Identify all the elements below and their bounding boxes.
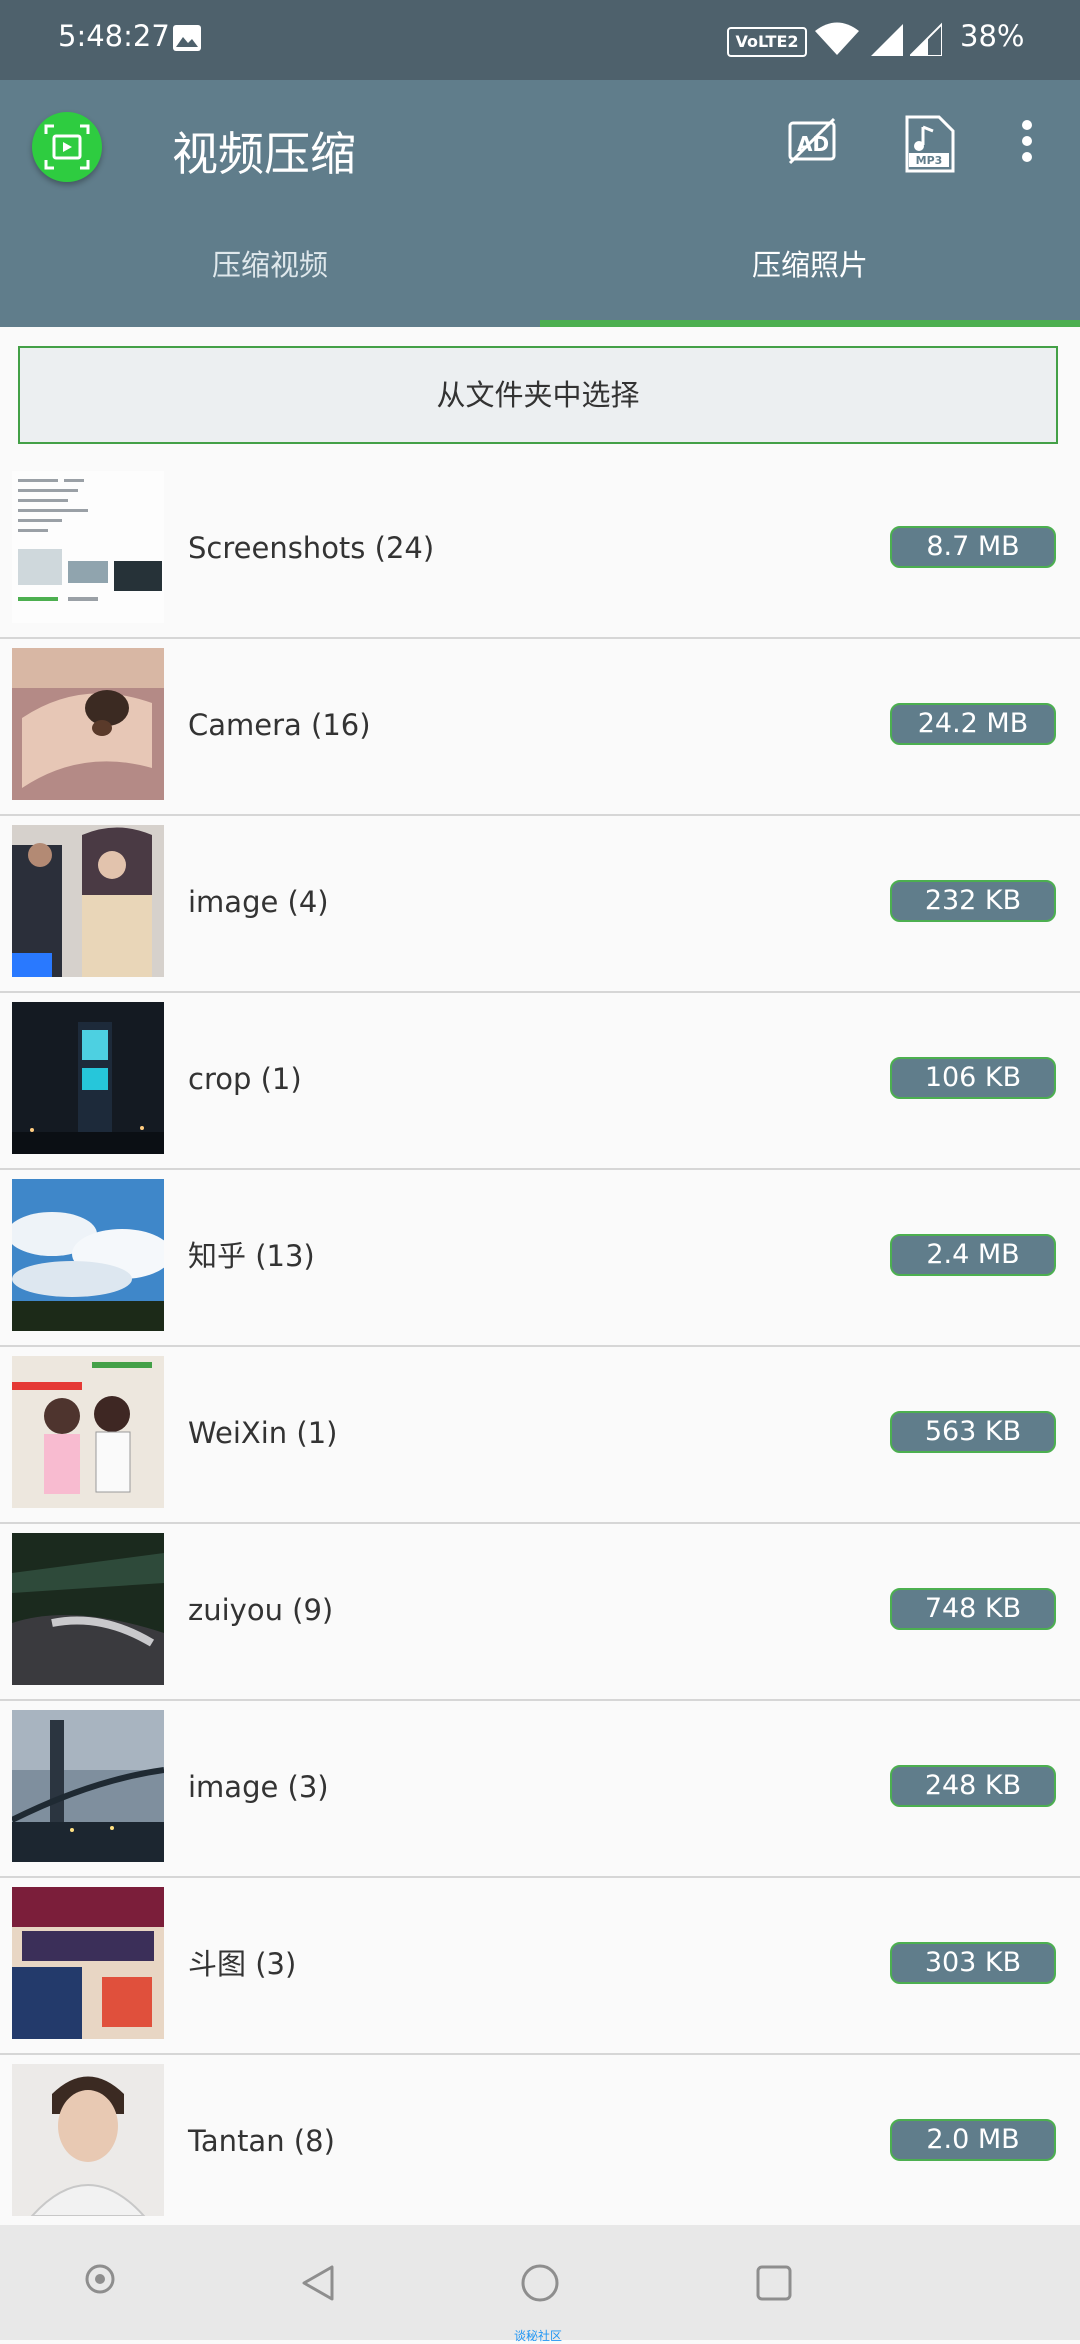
- list-item[interactable]: 斗图 (3) 303 KB: [0, 1876, 1080, 2055]
- wifi-icon: [815, 22, 859, 60]
- tab-compress-photo[interactable]: 压缩照片: [540, 248, 1080, 327]
- tab-label: 压缩视频: [211, 248, 328, 282]
- folder-name: Tantan (8): [188, 2124, 335, 2158]
- list-item[interactable]: zuiyou (9) 748 KB: [0, 1522, 1080, 1701]
- folder-name: image (3): [188, 1770, 329, 1804]
- gallery-icon: [172, 24, 202, 56]
- folder-thumbnail: [12, 825, 164, 977]
- battery-level: 38%: [960, 19, 1025, 53]
- app-bar: 视频压缩 AD MP3 压缩视频 压缩照片: [0, 80, 1080, 327]
- size-badge: 563 KB: [890, 1411, 1056, 1453]
- mp3-file-icon[interactable]: MP3: [901, 115, 957, 179]
- folder-thumbnail: [12, 2064, 164, 2216]
- size-badge: 248 KB: [890, 1765, 1056, 1807]
- folder-thumbnail: [12, 648, 164, 800]
- size-badge: 106 KB: [890, 1057, 1056, 1099]
- navigation-bar: 谈秘社区: [0, 2225, 1080, 2343]
- list-item[interactable]: Camera (16) 24.2 MB: [0, 637, 1080, 816]
- volte-badge: VoLTE2: [727, 27, 807, 57]
- app-title: 视频压缩: [172, 127, 356, 181]
- mp3-label: MP3: [916, 154, 943, 167]
- folder-thumbnail: [12, 1887, 164, 2039]
- list-item[interactable]: image (3) 248 KB: [0, 1699, 1080, 1878]
- status-bar: 5:48:27 VoLTE2 38%: [0, 0, 1080, 80]
- folder-name: zuiyou (9): [188, 1593, 334, 1627]
- signal-icon: [907, 21, 943, 60]
- folder-name: 知乎 (13): [188, 1239, 315, 1273]
- list-item[interactable]: Screenshots (24) 8.7 MB: [0, 460, 1080, 639]
- size-badge: 748 KB: [890, 1588, 1056, 1630]
- list-item[interactable]: WeiXin (1) 563 KB: [0, 1345, 1080, 1524]
- folder-name: 斗图 (3): [188, 1947, 297, 1981]
- size-badge: 303 KB: [890, 1942, 1056, 1984]
- folder-thumbnail: [12, 1533, 164, 1685]
- folder-name: WeiXin (1): [188, 1416, 338, 1450]
- folder-thumbnail: [12, 471, 164, 623]
- status-time: 5:48:27: [58, 19, 170, 53]
- size-badge: 2.4 MB: [890, 1234, 1056, 1276]
- size-badge: 24.2 MB: [890, 703, 1056, 745]
- app-logo-icon: [32, 112, 102, 182]
- folder-name: crop (1): [188, 1062, 302, 1096]
- back-icon[interactable]: [298, 2263, 338, 2307]
- no-ads-icon[interactable]: AD: [786, 115, 838, 171]
- list-item[interactable]: crop (1) 106 KB: [0, 991, 1080, 1170]
- list-item[interactable]: Tantan (8) 2.0 MB: [0, 2053, 1080, 2232]
- list-item[interactable]: image (4) 232 KB: [0, 814, 1080, 993]
- watermark-text: 谈秘社区: [514, 2329, 563, 2343]
- folder-name: Screenshots (24): [188, 531, 435, 565]
- folder-name: Camera (16): [188, 708, 371, 742]
- folder-thumbnail: [12, 1356, 164, 1508]
- folder-name: image (4): [188, 885, 329, 919]
- assistant-icon[interactable]: [84, 2263, 116, 2299]
- select-from-folder-button[interactable]: 从文件夹中选择: [18, 346, 1058, 444]
- tab-indicator: [540, 320, 1080, 327]
- size-badge: 232 KB: [890, 880, 1056, 922]
- tab-label: 压缩照片: [751, 248, 868, 282]
- size-badge: 8.7 MB: [890, 526, 1056, 568]
- more-vert-icon[interactable]: [1014, 115, 1040, 171]
- list-item[interactable]: 知乎 (13) 2.4 MB: [0, 1168, 1080, 1347]
- size-badge: 2.0 MB: [890, 2119, 1056, 2161]
- signal-icon: [871, 22, 903, 60]
- folder-thumbnail: [12, 1179, 164, 1331]
- folder-thumbnail: [12, 1002, 164, 1154]
- tab-compress-video[interactable]: 压缩视频: [0, 248, 540, 327]
- recents-icon[interactable]: [754, 2263, 794, 2307]
- home-icon[interactable]: [520, 2263, 560, 2307]
- folder-thumbnail: [12, 1710, 164, 1862]
